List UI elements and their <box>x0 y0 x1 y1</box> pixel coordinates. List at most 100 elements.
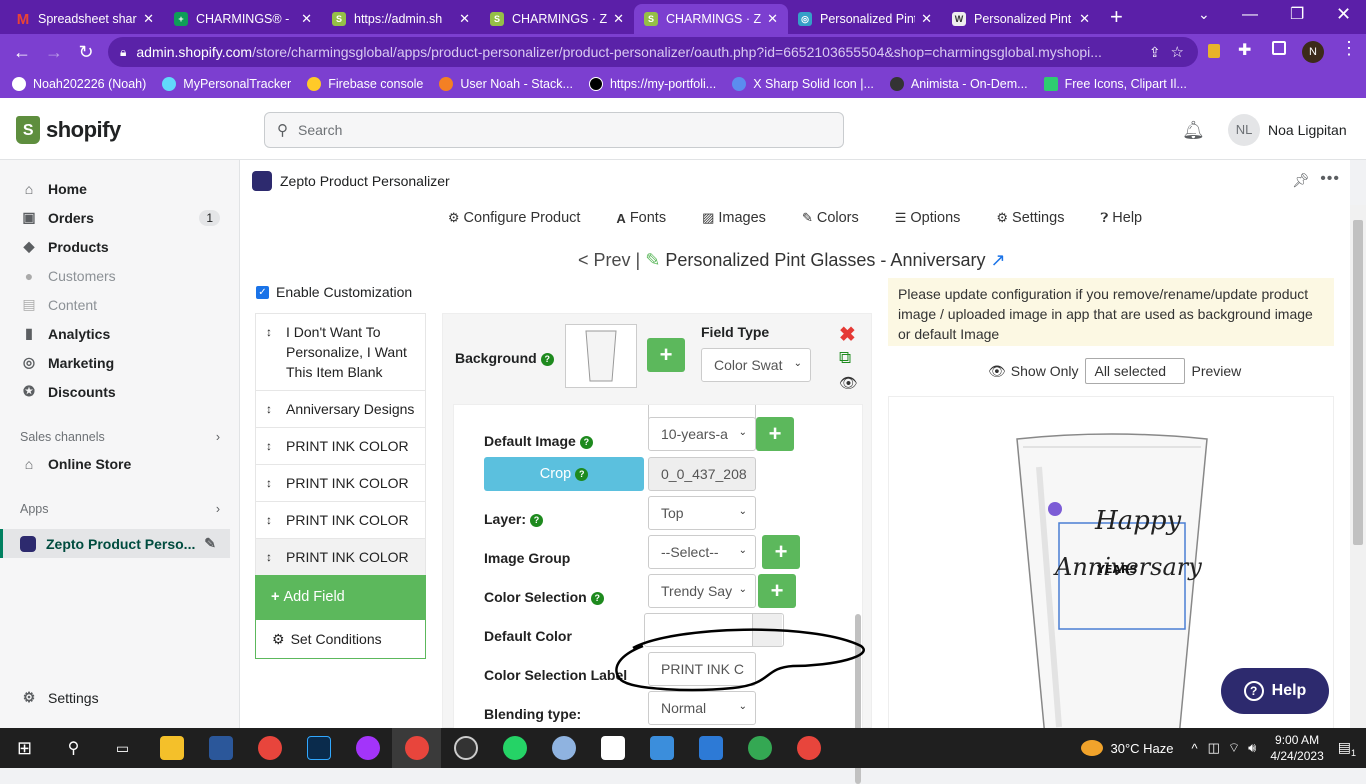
field-list-item[interactable]: ↕PRINT INK COLOR <box>255 427 426 464</box>
page-scrollbar[interactable] <box>1350 205 1366 728</box>
profile-avatar[interactable]: N <box>1302 41 1324 63</box>
sales-channels-heading[interactable]: Sales channels› <box>20 430 220 444</box>
menu-help[interactable]: ❓︎Help <box>1100 210 1142 226</box>
prev-link[interactable]: < Prev | <box>578 250 640 270</box>
search-icon[interactable]: ⚲ <box>49 728 98 768</box>
close-icon[interactable]: ✕ <box>921 11 932 27</box>
eye-icon[interactable]: 👁︎ <box>839 374 858 392</box>
more-icon[interactable]: ••• <box>1320 170 1340 188</box>
network-icon[interactable]: ◫ <box>1208 740 1220 756</box>
sidebar-item-home[interactable]: ⌂Home <box>0 174 240 203</box>
sort-icon[interactable]: ↕ <box>266 436 272 456</box>
enable-customization[interactable]: ✓ Enable Customization <box>256 284 412 300</box>
new-tab-button[interactable]: + <box>1110 4 1123 30</box>
color-selection-select[interactable]: Trendy Say⌄ <box>648 574 756 608</box>
blending-type-select[interactable]: Normal⌄ <box>648 691 756 725</box>
sort-icon[interactable]: ↕ <box>266 322 272 342</box>
sort-icon[interactable]: ↕ <box>266 399 272 419</box>
help-icon[interactable]: ? <box>591 592 604 605</box>
sidebar-item-customers[interactable]: ●Customers <box>0 261 240 290</box>
field-list-item[interactable]: ↕Anniversary Designs <box>255 390 426 427</box>
close-icon[interactable]: ✕ <box>301 11 312 27</box>
browser-tab[interactable]: + CHARMINGS® - ✕ <box>164 4 322 34</box>
address-bar[interactable]: 🔒︎ admin.shopify.com/store/charmingsglob… <box>108 37 1198 67</box>
bookmark-item[interactable]: Noah202226 (Noah) <box>12 77 146 91</box>
minimize-icon[interactable]: — <box>1242 6 1258 24</box>
default-image-select[interactable]: 10-years-a⌄ <box>648 417 756 451</box>
task-view-icon[interactable]: ▭ <box>98 728 147 768</box>
help-chat-button[interactable]: ?Help <box>1221 668 1329 714</box>
menu-fonts[interactable]: AFonts <box>616 210 666 226</box>
bookmark-item[interactable]: Animista - On-Dem... <box>890 77 1028 91</box>
close-icon[interactable]: ✕ <box>143 11 154 27</box>
window-close-icon[interactable]: ✕ <box>1336 4 1351 25</box>
sidebar-item-marketing[interactable]: ◎Marketing <box>0 348 240 377</box>
image-group-select[interactable]: --Select--⌄ <box>648 535 756 569</box>
sidebar-item-products[interactable]: ◆Products <box>0 232 240 261</box>
bookmark-item[interactable]: MyPersonalTracker <box>162 77 291 91</box>
add-background-button[interactable]: + <box>647 338 685 372</box>
bookmark-item[interactable]: Firebase console <box>307 77 423 91</box>
whatsapp-icon[interactable] <box>490 728 539 768</box>
wifi-icon[interactable]: ⌔ <box>1228 740 1240 756</box>
share-icon[interactable]: ⇪ <box>1149 44 1161 61</box>
set-conditions-button[interactable]: ⚙Set Conditions <box>255 619 426 659</box>
close-icon[interactable]: ✕ <box>1079 11 1090 27</box>
tab-search-icon[interactable]: ⌄ <box>1198 6 1210 23</box>
puzzle-icon[interactable]: ✚ <box>1238 40 1251 60</box>
help-icon[interactable]: ? <box>541 353 554 366</box>
show-only-select[interactable]: All selected <box>1085 358 1185 384</box>
add-color-button[interactable]: + <box>758 574 796 608</box>
menu-configure-product[interactable]: ⚙Configure Product <box>448 210 581 226</box>
external-link-icon[interactable]: ↗ <box>991 250 1006 270</box>
sidebar-item-discounts[interactable]: ✪Discounts <box>0 377 240 406</box>
edit-icon[interactable]: ✎ <box>645 250 660 270</box>
sort-icon[interactable]: ↕ <box>266 473 272 493</box>
store-icon[interactable] <box>686 728 735 768</box>
weather-text[interactable]: 30°C Haze <box>1111 741 1174 756</box>
add-image-button[interactable]: + <box>756 417 794 451</box>
help-icon[interactable]: ? <box>530 514 543 527</box>
browser-tab[interactable]: S https://admin.sh ✕ <box>322 4 480 34</box>
sort-icon[interactable]: ↕ <box>266 547 272 567</box>
bookmark-item[interactable]: https://my-portfoli... <box>589 77 716 91</box>
browser-tab[interactable]: ◎ Personalized Pint ✕ <box>788 4 942 34</box>
side-panel-icon[interactable] <box>1272 41 1286 55</box>
add-field-button[interactable]: +Add Field <box>255 575 426 619</box>
apps-heading[interactable]: Apps› <box>20 502 220 516</box>
file-explorer-icon[interactable] <box>147 728 196 768</box>
menu-colors[interactable]: ✎Colors <box>802 210 859 226</box>
help-icon[interactable]: ? <box>575 468 588 481</box>
bookmark-item[interactable]: X Sharp Solid Icon |... <box>732 77 874 91</box>
sort-icon[interactable]: ↕ <box>266 510 272 530</box>
field-list-item[interactable]: ↕PRINT INK COLOR <box>255 501 426 538</box>
shopify-logo[interactable]: S shopify <box>16 116 121 144</box>
field-type-select[interactable]: Color Swat⌄ <box>701 348 811 382</box>
background-thumbnail[interactable] <box>565 324 637 388</box>
restore-icon[interactable]: ❐ <box>1290 4 1304 24</box>
menu-settings[interactable]: ⚙Settings <box>996 210 1064 226</box>
field-list-item[interactable]: ↕PRINT INK COLOR <box>255 464 426 501</box>
photoshop-icon[interactable] <box>294 728 343 768</box>
chevron-up-icon[interactable]: ^ <box>1192 741 1198 756</box>
chrome-icon[interactable] <box>245 728 294 768</box>
menu-images[interactable]: ▨Images <box>702 210 766 226</box>
delete-icon[interactable]: ✖ <box>839 322 856 347</box>
notion-icon[interactable] <box>588 728 637 768</box>
volume-icon[interactable]: 🔊︎ <box>1248 740 1256 756</box>
browser-tab[interactable]: W Personalized Pint ✕ <box>942 4 1100 34</box>
paint-icon[interactable] <box>539 728 588 768</box>
avatar[interactable]: NL <box>1228 114 1260 146</box>
sidebar-item-content[interactable]: ▤Content <box>0 290 240 319</box>
field-list-item[interactable]: ↕I Don't Want To Personalize, I Want Thi… <box>255 313 426 390</box>
help-icon[interactable]: ? <box>580 436 593 449</box>
pin-icon[interactable]: 📌︎ <box>1292 172 1310 189</box>
close-icon[interactable]: ✕ <box>459 11 470 27</box>
back-icon[interactable]: ← <box>6 42 38 63</box>
extension-icon[interactable] <box>1208 44 1220 58</box>
sidebar-item-zepto-app[interactable]: Zepto Product Perso...✎ <box>0 529 230 558</box>
sidebar-item-settings[interactable]: ⚙Settings <box>0 683 240 712</box>
chrome-p-icon[interactable] <box>735 728 784 768</box>
obs-icon[interactable] <box>441 728 490 768</box>
scrollbar-thumb[interactable] <box>1353 220 1363 545</box>
